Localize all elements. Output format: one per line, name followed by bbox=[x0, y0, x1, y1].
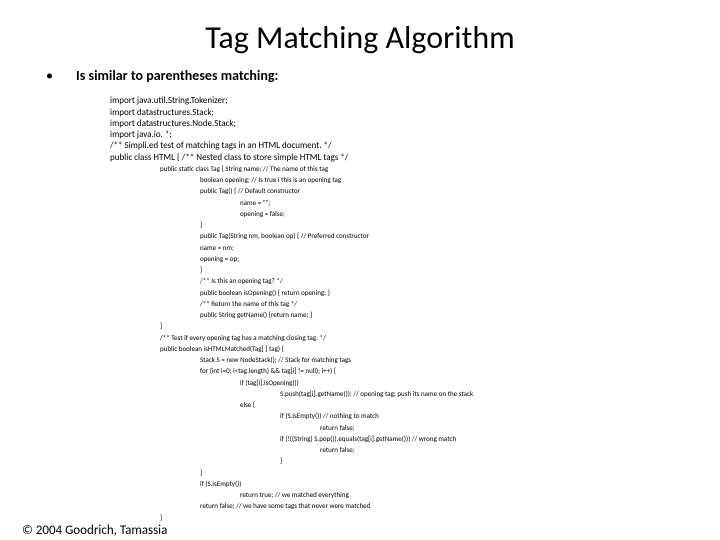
code-line: opening = false; bbox=[110, 209, 285, 218]
code-line: public boolean isHTMLMatched(Tag[ ] tag)… bbox=[110, 344, 284, 353]
code-line: if (!((String) S.pop()).equals(tag[i].ge… bbox=[110, 434, 456, 443]
code-line: import java.util.String.Tokenizer; bbox=[110, 95, 228, 106]
slide-title: Tag Matching Algorithm bbox=[0, 18, 720, 57]
bullet-text: Is similar to parentheses matching: bbox=[76, 67, 278, 84]
code-line: } bbox=[110, 456, 282, 465]
code-line: boolean opening; // Is true i this is an… bbox=[110, 175, 341, 184]
code-line: public boolean isOpening() { return open… bbox=[110, 288, 330, 297]
code-line: if (tag[i].isOpening()) bbox=[110, 378, 299, 387]
code-line: else { bbox=[110, 400, 255, 409]
code-line: public class HTML { /** Nested class to … bbox=[110, 152, 348, 163]
code-line: for (int i=0; i<tag.length) && tag[i] !=… bbox=[110, 366, 336, 375]
code-line: public static class Tag { String name; /… bbox=[110, 164, 328, 173]
bullet-row: •Is similar to parentheses matching: bbox=[0, 67, 720, 84]
code-line: } bbox=[110, 513, 162, 522]
code-line: /** Simpli.ed test of matching tags in a… bbox=[110, 140, 332, 151]
code-line: opening = op; bbox=[110, 254, 239, 263]
code-line: } bbox=[110, 468, 202, 477]
code-line: public Tag() { // Default constructor bbox=[110, 186, 300, 195]
footer-copyright: © 2004 Goodrich, Tamassia bbox=[22, 523, 167, 538]
code-line: import java.io. *; bbox=[110, 129, 172, 140]
code-line: return false; bbox=[110, 445, 355, 454]
code-line: import datastructures.Node.Stack; bbox=[110, 118, 236, 129]
code-line: name = nm; bbox=[110, 243, 234, 252]
slide: Tag Matching Algorithm •Is similar to pa… bbox=[0, 18, 720, 540]
code-line: public String getName() {return name; } bbox=[110, 310, 312, 319]
code-block: import java.util.String.Tokenizer; impor… bbox=[0, 84, 720, 534]
code-line: if (S.isEmpty()) bbox=[110, 479, 241, 488]
code-line: } bbox=[110, 321, 162, 330]
bullet-marker: • bbox=[46, 67, 76, 84]
code-line: /** Test if every opening tag has a matc… bbox=[110, 333, 326, 342]
code-line: } bbox=[110, 220, 202, 229]
code-line: } bbox=[110, 265, 202, 274]
code-line: /** Return the name of this tag */ bbox=[110, 299, 297, 308]
code-line: /** Is this an opening tag? */ bbox=[110, 276, 283, 285]
code-line: Stack S = new NodeStack(); // Stack for … bbox=[110, 355, 351, 364]
code-line: return false; // we have some tags that … bbox=[110, 501, 370, 510]
code-line: name = ""; bbox=[110, 198, 270, 207]
code-line: if (S.isEmpty()) // nothing to match bbox=[110, 411, 379, 420]
code-line: return false; bbox=[110, 423, 355, 432]
code-line: S.push(tag[i].getName()); // opening tag… bbox=[110, 389, 473, 398]
code-line: public Tag(String nm, boolean op) { // P… bbox=[110, 231, 369, 240]
code-line: import datastructures.Stack; bbox=[110, 107, 214, 118]
code-line: return true; // we matched everything bbox=[110, 490, 349, 499]
